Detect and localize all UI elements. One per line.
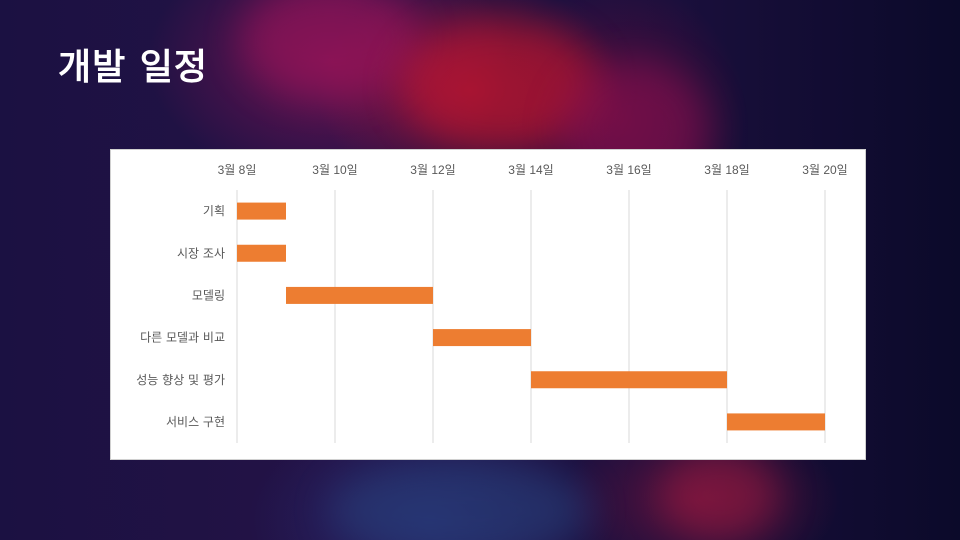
- x-tick-label: 3월 20일: [802, 163, 847, 177]
- x-tick-label: 3월 14일: [508, 163, 553, 177]
- task-label: 다른 모델과 비교: [140, 331, 225, 345]
- task-label: 모델링: [192, 288, 225, 302]
- slide-title: 개발 일정: [58, 47, 209, 88]
- x-tick-label: 3월 12일: [410, 163, 455, 177]
- gantt-chart: 3월 8일 3월 10일 3월 12일 3월 14일 3월 16일 3월 18일 3월 20…: [136, 163, 848, 443]
- task-bar: [531, 371, 727, 389]
- smoke-decoration: [240, 0, 420, 100]
- smoke-decoration: [330, 460, 590, 540]
- x-tick-label: 3월 16일: [606, 163, 651, 177]
- x-tick-label: 3월 10일: [312, 163, 357, 177]
- gantt-chart-panel: 3월 8일 3월 10일 3월 12일 3월 14일 3월 16일 3월 18일 3월 20…: [110, 149, 866, 460]
- smoke-decoration: [660, 450, 780, 540]
- task-bar: [727, 413, 825, 431]
- x-tick-label: 3월 18일: [704, 163, 749, 177]
- task-label: 서비스 구현: [166, 415, 225, 429]
- task-label: 기획: [203, 204, 225, 218]
- x-tick-label: 3월 8일: [218, 163, 257, 177]
- task-bar: [237, 244, 286, 262]
- task-label: 시장 조사: [177, 246, 225, 260]
- task-bar: [286, 286, 433, 304]
- task-bar: [433, 329, 531, 347]
- task-label: 성능 향상 및 평가: [136, 373, 225, 387]
- task-bar: [237, 202, 286, 220]
